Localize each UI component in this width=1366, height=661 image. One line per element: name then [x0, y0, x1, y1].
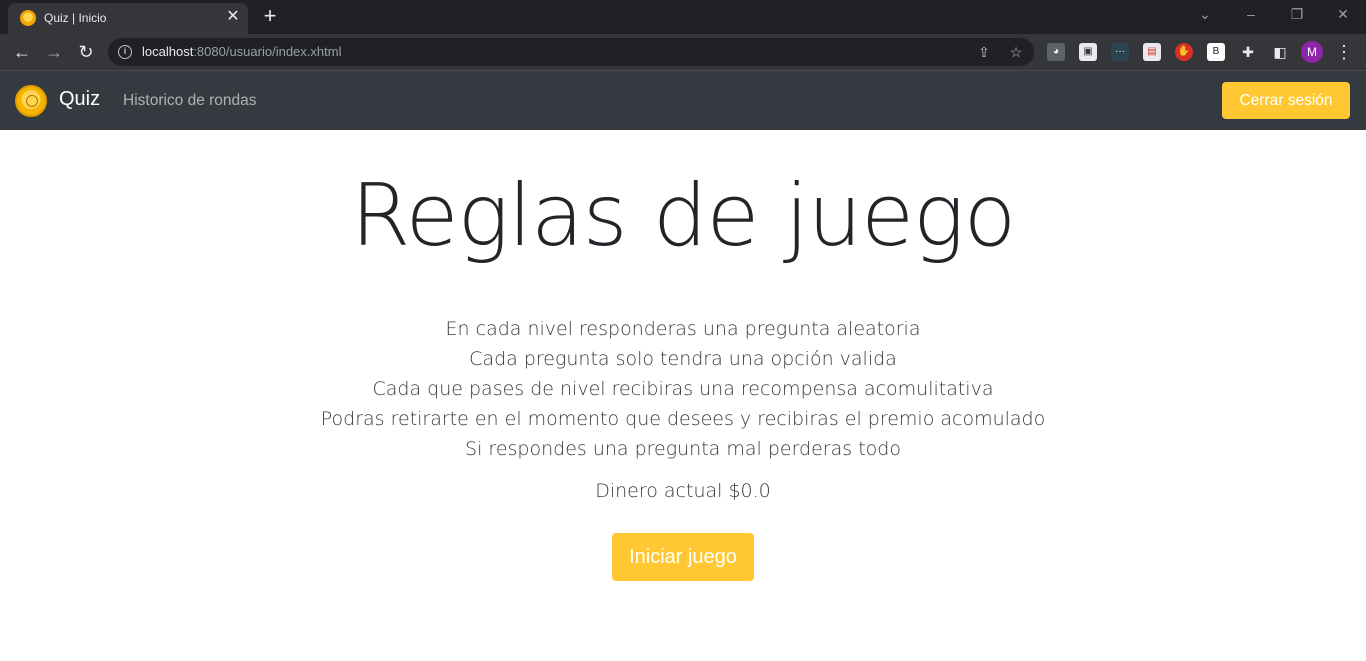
start-game-button[interactable]: Iniciar juego: [612, 533, 754, 581]
puzzle-icon[interactable]: ✚: [1239, 43, 1257, 61]
quiz-logo-icon[interactable]: [15, 85, 47, 117]
close-window-icon[interactable]: ✕: [1331, 4, 1355, 24]
tab-search-icon[interactable]: ⌄: [1193, 4, 1217, 24]
new-tab-icon[interactable]: +: [258, 5, 282, 29]
browser-tabstrip: Quiz | Inicio ✕ + ⌄ – ❐ ✕: [0, 0, 1366, 34]
rule-item: Cada pregunta solo tendra una opción val…: [469, 348, 897, 370]
site-info-icon[interactable]: i: [118, 45, 132, 59]
rules-list: En cada nivel responderas una pregunta a…: [0, 314, 1366, 464]
app-navbar: Quiz Historico de rondas Cerrar sesión: [0, 71, 1366, 130]
adblock-extension-icon[interactable]: ✋: [1175, 43, 1193, 61]
logout-button[interactable]: Cerrar sesión: [1222, 82, 1350, 119]
bookmark-star-icon[interactable]: ☆: [1006, 42, 1026, 62]
cat-extension-icon[interactable]: ◕: [1047, 43, 1065, 61]
sidepanel-icon[interactable]: ◧: [1271, 43, 1289, 61]
bookmark-extension-icon[interactable]: ▣: [1079, 43, 1097, 61]
address-bar[interactable]: i localhost:8080/usuario/index.xhtml ⇪ ☆: [108, 38, 1034, 66]
page-title: Reglas de juego: [350, 166, 1017, 266]
dots-extension-icon[interactable]: ···: [1111, 43, 1129, 61]
current-money: Dinero actual $0.0: [595, 480, 771, 502]
close-tab-icon[interactable]: ✕: [223, 7, 243, 27]
rule-item: En cada nivel responderas una pregunta a…: [445, 318, 921, 340]
share-icon[interactable]: ⇪: [974, 42, 994, 62]
rule-item: Cada que pases de nivel recibiras una re…: [372, 378, 994, 400]
profile-avatar[interactable]: M: [1301, 41, 1323, 63]
browser-toolbar: ← → ↻ i localhost:8080/usuario/index.xht…: [0, 34, 1366, 71]
back-icon[interactable]: ←: [10, 40, 34, 64]
rule-item: Si respondes una pregunta mal perderas t…: [465, 438, 901, 460]
quiz-favicon-icon: [20, 10, 36, 26]
forward-icon[interactable]: →: [42, 40, 66, 64]
minimize-icon[interactable]: –: [1239, 4, 1263, 24]
brand-link[interactable]: Quiz: [59, 88, 100, 111]
reload-icon[interactable]: ↻: [74, 40, 98, 64]
history-link[interactable]: Historico de rondas: [123, 92, 257, 110]
rule-item: Podras retirarte en el momento que desee…: [320, 408, 1046, 430]
more-menu-icon[interactable]: ⋮: [1334, 40, 1354, 64]
cast-extension-icon[interactable]: ▤: [1143, 43, 1161, 61]
restore-icon[interactable]: ❐: [1285, 4, 1309, 24]
browser-tab[interactable]: Quiz | Inicio ✕: [8, 3, 248, 34]
b-extension-icon[interactable]: B: [1207, 43, 1225, 61]
main-content: Reglas de juego En cada nivel respondera…: [0, 130, 1366, 661]
url-text[interactable]: localhost:8080/usuario/index.xhtml: [142, 44, 341, 59]
tab-title: Quiz | Inicio: [44, 11, 107, 25]
